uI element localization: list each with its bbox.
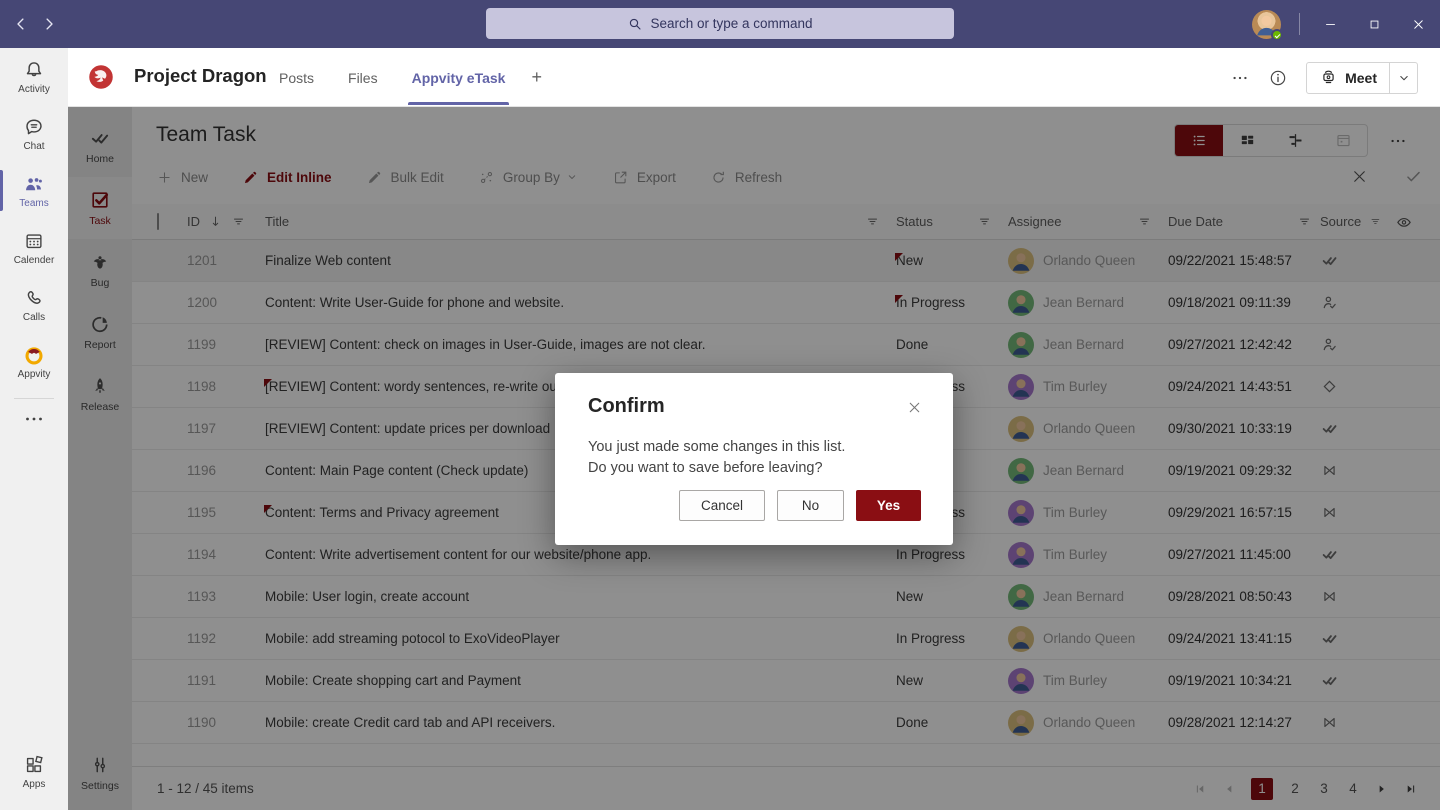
teams-icon — [23, 173, 45, 195]
cancel-button[interactable]: Cancel — [679, 490, 765, 521]
apps-icon — [23, 754, 45, 776]
search-input[interactable]: Search or type a command — [486, 8, 954, 39]
tab-posts[interactable]: Posts — [277, 51, 316, 105]
dialog-title: Confirm — [588, 395, 665, 418]
titlebar-right — [1252, 0, 1440, 48]
sidebar-item-label: Activity — [18, 84, 50, 95]
no-button[interactable]: No — [777, 490, 844, 521]
titlebar-divider — [1299, 13, 1300, 35]
camera-icon — [1319, 68, 1338, 87]
sidebar-item-label: Appvity — [18, 369, 51, 380]
team-logo — [86, 62, 116, 92]
sidebar-item-calender[interactable]: Calender — [0, 219, 68, 276]
team-name: Project Dragon — [134, 65, 267, 87]
header-actions: Meet — [1230, 48, 1418, 107]
user-avatar[interactable] — [1252, 10, 1281, 39]
sidebar-item-label: Calls — [23, 312, 45, 323]
meet-button[interactable]: Meet — [1307, 68, 1389, 87]
forward-button[interactable] — [40, 15, 58, 33]
yes-button[interactable]: Yes — [856, 490, 921, 521]
tab-files[interactable]: Files — [346, 51, 380, 105]
bell-icon — [23, 59, 45, 81]
add-tab-button[interactable]: + — [531, 67, 542, 88]
chat-icon — [23, 116, 45, 138]
sidebar-item-label: Teams — [19, 198, 48, 209]
sidebar-item-teams[interactable]: Teams — [0, 162, 68, 219]
app-rail-items: Activity Chat Teams Calender Calls Appvi… — [0, 48, 68, 390]
phone-icon — [23, 287, 45, 309]
app-rail: Activity Chat Teams Calender Calls Appvi… — [0, 48, 68, 810]
dialog-message: You just made some changes in this list.… — [588, 437, 845, 479]
rail-divider — [14, 398, 54, 399]
maximize-icon — [1367, 17, 1382, 32]
sidebar-item-appvity[interactable]: Appvity — [0, 333, 68, 390]
channel-tabs: Posts Files Appvity eTask + — [277, 48, 542, 107]
sidebar-item-apps[interactable]: Apps — [0, 743, 68, 800]
calendar-icon — [23, 230, 45, 252]
dialog-close-icon[interactable] — [906, 399, 923, 416]
meet-button-group: Meet — [1306, 62, 1418, 94]
minimize-button[interactable] — [1308, 0, 1352, 48]
close-icon — [1411, 17, 1426, 32]
tab-appvity-etask[interactable]: Appvity eTask — [410, 51, 508, 105]
sidebar-item-label: Chat — [23, 141, 44, 152]
more-apps-icon[interactable] — [22, 407, 46, 431]
close-button[interactable] — [1396, 0, 1440, 48]
search-placeholder: Search or type a command — [650, 16, 812, 31]
sidebar-item-calls[interactable]: Calls — [0, 276, 68, 333]
confirm-dialog: Confirm You just made some changes in th… — [555, 373, 953, 545]
channel-header: Project Dragon Posts Files Appvity eTask… — [68, 48, 1440, 107]
presence-badge — [1271, 29, 1283, 41]
teams-window: Search or type a command Project Dragon … — [0, 0, 1440, 810]
appvity-icon — [23, 344, 45, 366]
minimize-icon — [1323, 17, 1338, 32]
search-icon — [627, 16, 643, 32]
dialog-buttons: Cancel No Yes — [679, 490, 921, 521]
back-button[interactable] — [12, 15, 30, 33]
meet-label: Meet — [1345, 70, 1377, 86]
sidebar-item-label: Calender — [14, 255, 55, 266]
maximize-button[interactable] — [1352, 0, 1396, 48]
history-nav — [12, 15, 58, 33]
info-icon[interactable] — [1268, 68, 1288, 88]
sidebar-item-label: Apps — [23, 779, 46, 790]
titlebar: Search or type a command — [0, 0, 1440, 48]
more-options-icon[interactable] — [1230, 68, 1250, 88]
sidebar-item-chat[interactable]: Chat — [0, 105, 68, 162]
meet-dropdown-button[interactable] — [1389, 63, 1417, 93]
sidebar-item-activity[interactable]: Activity — [0, 48, 68, 105]
chevron-down-icon — [1397, 71, 1411, 85]
